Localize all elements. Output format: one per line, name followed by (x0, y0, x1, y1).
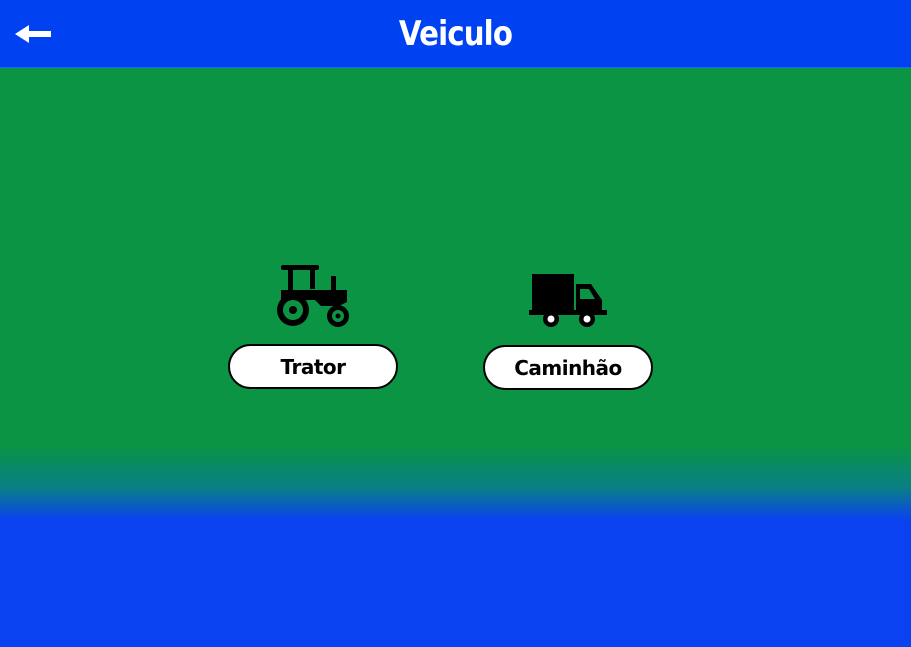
truck-option[interactable]: Caminhão (483, 270, 653, 390)
truck-icon-container (529, 270, 607, 328)
truck-button[interactable]: Caminhão (483, 345, 653, 390)
tractor-button[interactable]: Trator (228, 344, 398, 389)
truck-icon (529, 274, 607, 327)
arrow-left-icon (15, 25, 51, 43)
tractor-icon-container (275, 262, 351, 328)
app-header: Veiculo (0, 0, 911, 68)
back-button[interactable] (8, 16, 56, 52)
page-title: Veiculo (398, 14, 513, 54)
tractor-icon (277, 265, 349, 327)
tractor-option[interactable]: Trator (228, 262, 398, 389)
